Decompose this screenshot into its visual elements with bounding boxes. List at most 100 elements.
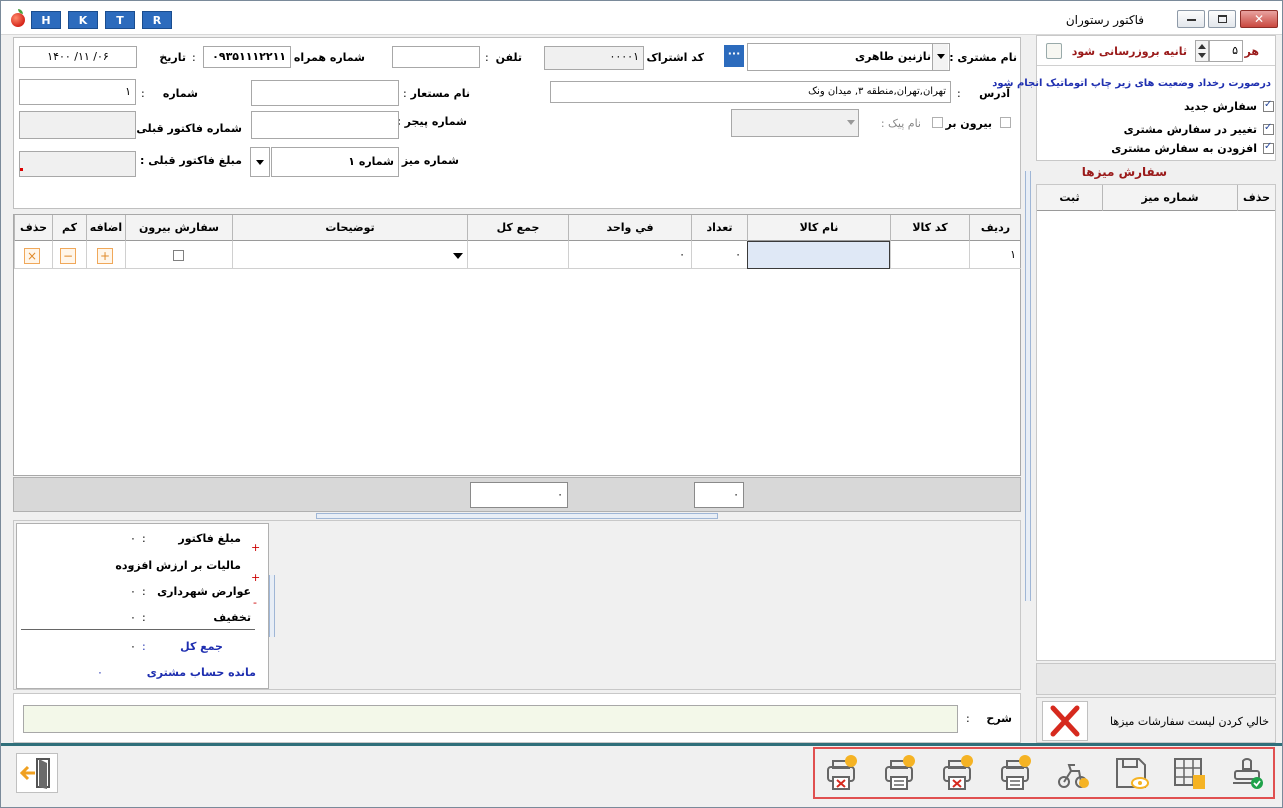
customer-lookup-button[interactable]: ··· [724, 45, 744, 67]
courier-checkbox[interactable] [932, 117, 943, 128]
invoice-amount-label: مبلغ فاکتور [178, 532, 241, 545]
minus-sign: - [253, 596, 257, 609]
cell-code[interactable] [890, 241, 969, 269]
items-grid: ردیف کد کالا نام کالا تعداد في واحد جمع … [13, 214, 1021, 476]
minus-button[interactable]: − [60, 248, 76, 264]
date-label: تاریخ [159, 51, 186, 64]
mobile-field[interactable]: ۰۹۳۵۱۱۱۲۲۱۱ [203, 46, 291, 68]
vertical-splitter[interactable] [1025, 171, 1031, 601]
qty-total-field: ۰ [694, 482, 744, 508]
confirm-stamp-icon [1233, 758, 1263, 789]
quick-button-k[interactable]: K [68, 11, 98, 29]
delivery-button[interactable] [1053, 753, 1093, 793]
table-invoice-button[interactable] [1169, 753, 1209, 793]
col-delete: حذف [1237, 185, 1275, 211]
courier-select[interactable] [731, 109, 859, 137]
save-view-button[interactable] [1111, 753, 1151, 793]
description-area: شرح : [13, 693, 1021, 743]
courier-label: نام پیک : [880, 117, 921, 130]
cancel-print-button[interactable] [821, 753, 861, 793]
print-button[interactable] [879, 753, 919, 793]
add-button[interactable]: + [97, 248, 113, 264]
takeout-order-checkbox[interactable] [173, 250, 184, 261]
option-change-order-checkbox[interactable] [1263, 122, 1274, 135]
cancel-print-icon [827, 755, 857, 790]
print-invoice-button[interactable] [995, 753, 1035, 793]
minimize-button[interactable] [1177, 10, 1205, 28]
cell-row-index: ۱ [969, 241, 1021, 269]
cell-name[interactable] [747, 241, 890, 269]
col-table-no: شماره میز [1102, 185, 1237, 211]
number-field[interactable]: ۱ [19, 79, 136, 105]
table-no-field[interactable]: شماره ۱ [271, 147, 399, 177]
summary-panel: مبلغ فاکتور : ۰ + مالیات بر ارزش افزوده … [16, 523, 269, 689]
auto-print-note: درصورت رخداد وضعیت های زیر چاپ اتوماتیک … [992, 78, 1271, 89]
customer-name-field[interactable]: نازنین طاهری [747, 43, 950, 71]
horizontal-splitter[interactable] [316, 513, 718, 519]
cell-notes[interactable] [232, 241, 467, 269]
cell-unit-price[interactable]: ۰ [568, 241, 691, 269]
confirm-stamp-button[interactable] [1227, 753, 1267, 793]
red-x-icon [1050, 705, 1080, 737]
summary-divider [21, 629, 255, 630]
takeout-checkbox[interactable] [1000, 117, 1011, 128]
maximize-button[interactable] [1208, 10, 1236, 28]
option-add-order-checkbox[interactable] [1263, 141, 1274, 154]
cell-qty[interactable]: ۰ [691, 241, 747, 269]
cancel-print-2-button[interactable] [937, 753, 977, 793]
exit-button[interactable] [16, 753, 58, 793]
app-logo-icon [11, 9, 25, 27]
invoice-amount-value: ۰ [130, 532, 136, 545]
address-field[interactable]: تهران,تهران,منطقه ۳, میدان ونک [550, 81, 951, 103]
action-toolbar [813, 747, 1275, 799]
table-no-label: شماره میز : [393, 154, 459, 167]
quick-button-r[interactable]: R [142, 11, 172, 29]
alert-dot [20, 168, 23, 171]
balance-value: ۰ [97, 666, 103, 679]
pager-field[interactable] [251, 111, 399, 139]
alias-label: نام مستعار [410, 87, 470, 100]
auto-print-settings: هر ۵ ثانیه بروزرسانی شود درصورت رخداد وض… [992, 35, 1276, 161]
col-less: کم [52, 215, 86, 241]
description-field[interactable] [23, 705, 958, 733]
option-add-order-label: افزودن به سفارش مشتری [1111, 142, 1257, 155]
print-invoice-icon [1001, 755, 1031, 790]
phone-field[interactable] [392, 46, 480, 68]
plus-sign: + [251, 541, 261, 554]
close-button[interactable]: ✕ [1240, 10, 1278, 28]
col-takeout-order: سفارش بیرون [125, 215, 232, 241]
customer-dropdown-button[interactable] [932, 44, 948, 70]
takeout-label: بیرون بر [945, 117, 993, 130]
option-new-order-checkbox[interactable] [1263, 99, 1274, 112]
municipal-label: عوارض شهرداری [157, 585, 251, 598]
grand-total-label: جمع کل [180, 640, 223, 653]
subscription-code-field[interactable]: ۰۰۰۰۱ [544, 46, 644, 70]
prev-invoice-no-field[interactable] [19, 111, 136, 139]
number-label: شماره [162, 87, 198, 100]
date-field[interactable]: ۱۴۰۰ /۱۱ /۰۶ [19, 46, 137, 68]
title-bar: H K T R فاكتور رستوران ✕ [1, 1, 1282, 35]
prev-invoice-amount-field[interactable] [19, 151, 136, 177]
table-orders-title: سفارش میزها [1081, 165, 1167, 179]
table-no-dropdown-button[interactable] [250, 147, 270, 177]
grid-header: ردیف کد کالا نام کالا تعداد في واحد جمع … [14, 215, 1020, 241]
col-name: نام کالا [747, 215, 890, 241]
delete-row-button[interactable]: × [24, 248, 40, 264]
interval-field[interactable]: ۵ [1209, 40, 1243, 62]
prev-invoice-no-label: شماره فاکتور قبلی : [128, 122, 242, 135]
col-row: ردیف [969, 215, 1021, 241]
interval-spinner[interactable] [1195, 40, 1209, 62]
refresh-icon[interactable] [1046, 43, 1062, 59]
quick-button-t[interactable]: T [105, 11, 135, 29]
clear-orders-area: خالي کردن لیست سفارشات میزها [1036, 697, 1276, 743]
col-qty: تعداد [691, 215, 747, 241]
clear-orders-button[interactable] [1042, 701, 1088, 741]
chevron-down-icon [453, 253, 463, 259]
quick-button-h[interactable]: H [31, 11, 61, 29]
summary-splitter[interactable] [269, 575, 275, 637]
col-code: کد کالا [890, 215, 969, 241]
alias-field[interactable] [251, 80, 399, 106]
cancel-print-2-icon [943, 755, 973, 790]
discount-value: ۰ [130, 611, 136, 624]
totals-bar: ۰ ۰ [13, 477, 1021, 512]
